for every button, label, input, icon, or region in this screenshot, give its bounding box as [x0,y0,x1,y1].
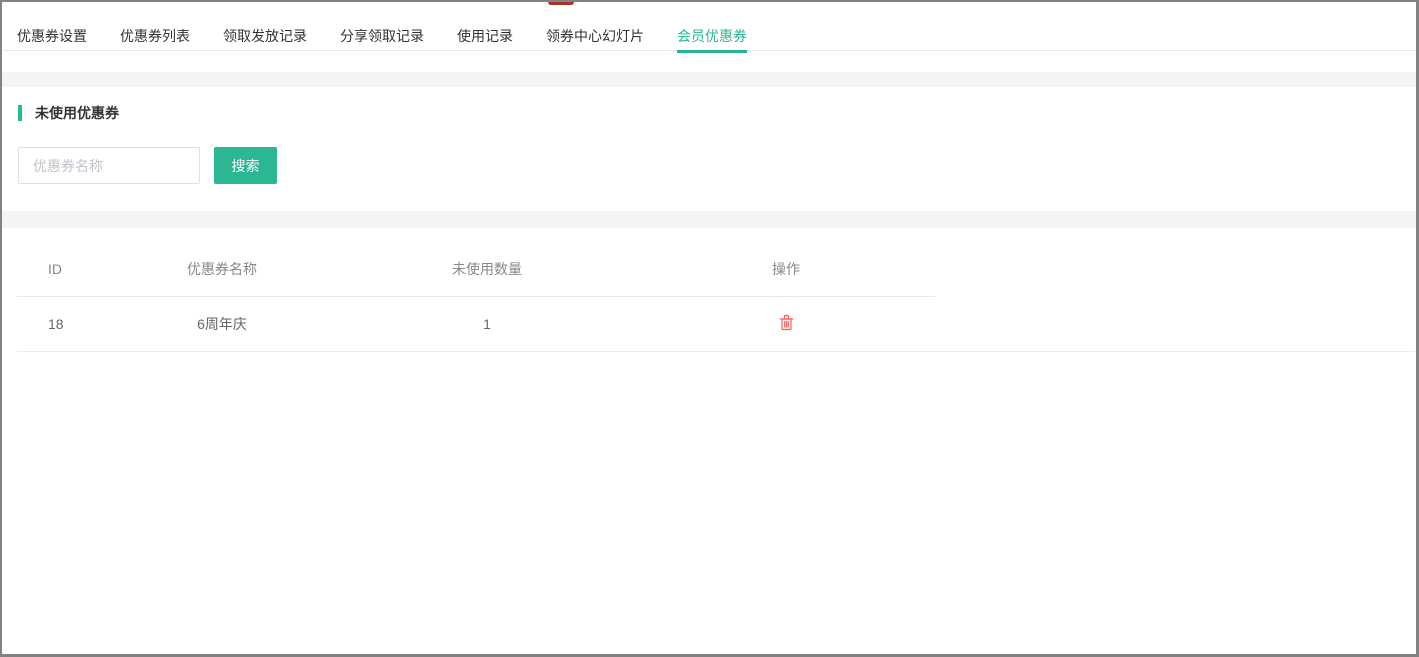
app-window: 优惠券设置 优惠券列表 领取发放记录 分享领取记录 使用记录 领券中心幻灯片 会… [0,0,1419,657]
panel-divider [2,211,1416,228]
column-header-unused: 未使用数量 [337,259,637,279]
delete-button[interactable] [779,314,794,331]
section-title-accent-bar [18,105,22,121]
search-button[interactable]: 搜索 [214,147,277,184]
section-title-text: 未使用优惠券 [35,103,119,123]
coupon-name-input[interactable] [18,147,200,184]
clipped-red-element [548,2,574,5]
cell-unused-count: 1 [337,316,637,332]
cell-coupon-name: 6周年庆 [107,314,337,334]
cell-action [637,314,935,334]
table-row: 18 6周年庆 1 [17,297,1415,352]
tab-bar: 优惠券设置 优惠券列表 领取发放记录 分享领取记录 使用记录 领券中心幻灯片 会… [2,2,1416,51]
table-panel: ID 优惠券名称 未使用数量 操作 18 6周年庆 1 [2,228,1416,654]
table-header-row: ID 优惠券名称 未使用数量 操作 [17,242,935,297]
section-title: 未使用优惠券 [18,105,1416,121]
search-row: 搜索 [18,147,1416,184]
tab-share-claim-records[interactable]: 分享领取记录 [340,28,424,44]
tab-coupon-center-slides[interactable]: 领券中心幻灯片 [546,28,644,44]
search-panel: 未使用优惠券 搜索 [2,87,1416,211]
tab-member-coupons[interactable]: 会员优惠券 [677,28,747,44]
column-header-action: 操作 [637,259,935,279]
panel-divider [2,72,1416,87]
cell-id: 18 [17,316,107,332]
column-header-id: ID [17,261,107,277]
tab-claim-records[interactable]: 领取发放记录 [223,28,307,44]
tab-coupon-settings[interactable]: 优惠券设置 [17,28,87,44]
trash-icon [779,314,794,331]
tab-coupon-list[interactable]: 优惠券列表 [120,28,190,44]
tabs-panel: 优惠券设置 优惠券列表 领取发放记录 分享领取记录 使用记录 领券中心幻灯片 会… [2,2,1416,72]
tab-usage-records[interactable]: 使用记录 [457,28,513,44]
column-header-name: 优惠券名称 [107,259,337,279]
